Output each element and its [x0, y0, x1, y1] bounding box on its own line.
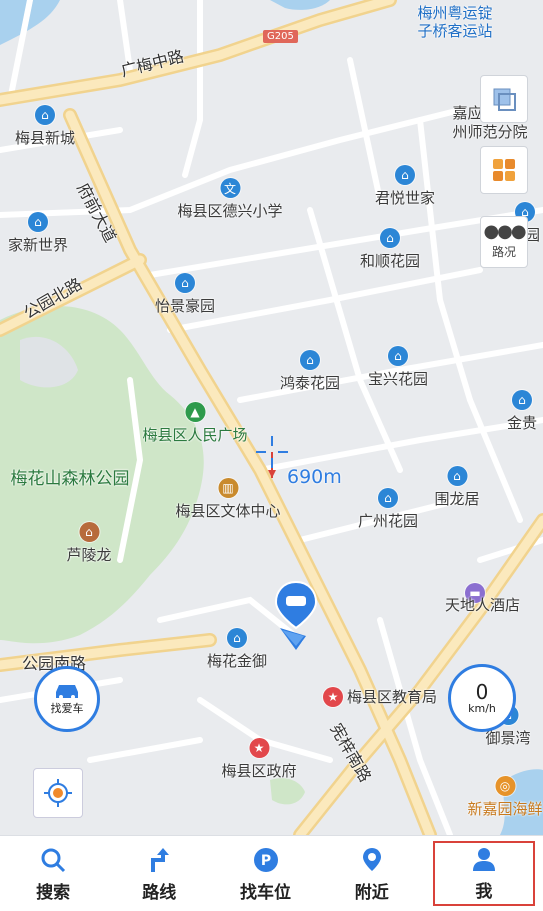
locate-button[interactable]: [33, 768, 83, 818]
tab-label: 搜索: [36, 882, 71, 903]
poi-icon: ⌂: [299, 350, 320, 370]
search-icon: [41, 848, 66, 872]
locate-icon: [44, 779, 72, 807]
poi-guangzhou-garden[interactable]: ⌂ 广州花园: [358, 488, 418, 531]
poi-education-bureau[interactable]: ★ 梅县区教育局: [322, 686, 438, 707]
traffic-icon: ●●●: [483, 220, 526, 242]
poi-dexing-school[interactable]: 文 梅县区德兴小学: [177, 178, 283, 221]
apps-button[interactable]: [480, 146, 528, 194]
poi-meixian-xincheng[interactable]: ⌂ 梅县新城: [15, 105, 75, 148]
poi-luling[interactable]: ⌂ 芦陵龙: [66, 522, 112, 565]
poi-xinjiayuan-seafood[interactable]: ◎ 新嘉园海鲜: [467, 776, 543, 819]
poi-label: 家新世界: [7, 236, 69, 254]
poi-sports-center[interactable]: ▥ 梅县区文体中心: [175, 478, 281, 521]
poi-yijing[interactable]: ⌂ 怡景豪园: [155, 273, 215, 316]
distance-label: 690m: [287, 466, 342, 488]
poi-junyue[interactable]: ⌂ 君悦世家: [375, 165, 435, 208]
poi-icon: ⌂: [394, 165, 415, 185]
poi-label: 梅县区教育局: [346, 688, 438, 706]
poi-icon: ⌂: [34, 105, 55, 125]
tab-label: 路线: [142, 882, 177, 903]
find-car-button[interactable]: 找爱车: [34, 666, 100, 732]
tab-label: 我: [475, 882, 493, 902]
poi-label: 和顺花园: [359, 252, 421, 270]
poi-label: 新嘉园海鲜: [467, 800, 543, 818]
poi-label: 梅花金御: [206, 652, 268, 670]
tab-nearby[interactable]: 附近: [319, 836, 425, 911]
gov-star-icon: ★: [322, 686, 343, 707]
traffic-button[interactable]: ●●● 路况: [480, 216, 528, 268]
landmark-icon: ⌂: [78, 522, 99, 542]
poi-label: 芦陵龙: [66, 546, 112, 564]
poi-icon: ⌂: [387, 346, 408, 366]
poi-jiaxin[interactable]: ⌂ 家新世界: [8, 212, 68, 255]
poi-icon: 文: [219, 178, 240, 198]
speedometer: 0 km/h: [448, 664, 516, 732]
layers-icon: [493, 88, 516, 111]
map-canvas[interactable]: 广梅中路 G205 府前大道 公园北路 公园南路 宪梓南路 梅州粤运锭 子桥客运站…: [0, 0, 543, 835]
location-pin-icon: [362, 847, 381, 871]
poi-label: 梅县区政府: [221, 762, 297, 780]
app-screen: 广梅中路 G205 府前大道 公园北路 公园南路 宪梓南路 梅州粤运锭 子桥客运站…: [0, 0, 543, 911]
poi-label: 广州花园: [357, 512, 419, 530]
poi-label: 围龙居: [434, 490, 480, 508]
poi-label: 梅县区德兴小学: [177, 202, 283, 220]
poi-label: 天地人酒店: [445, 596, 521, 614]
svg-text:P: P: [260, 853, 270, 869]
poi-icon: ⌂: [446, 466, 467, 486]
restaurant-icon: ◎: [494, 776, 515, 796]
bottom-tab-bar: 搜索 路线 P 找车位 附近 我: [0, 835, 543, 911]
poi-tiandiren-hotel[interactable]: ▬ 天地人酒店: [445, 570, 520, 615]
poi-jingui[interactable]: ⌂ 金贵: [507, 390, 537, 433]
poi-label: 君悦世家: [374, 189, 436, 207]
venue-icon: ▥: [217, 478, 238, 498]
poi-icon: ⌂: [174, 273, 195, 293]
poi-label: 金贵: [506, 414, 538, 432]
route-icon: [151, 847, 170, 872]
parking-icon: P: [253, 847, 278, 872]
poi-label: 鸿泰花园: [279, 374, 341, 392]
poi-weilongju[interactable]: ⌂ 围龙居: [434, 466, 480, 509]
tab-route[interactable]: 路线: [106, 836, 212, 911]
poi-label: 梅县新城: [14, 129, 76, 147]
traffic-label: 路况: [491, 244, 516, 259]
poi-heshun[interactable]: ⌂ 和顺花园: [360, 228, 420, 271]
poi-district-government[interactable]: ★ 梅县区政府: [221, 738, 297, 781]
poi-label: 怡景豪园: [154, 297, 216, 315]
poi-label: 梅县区人民广场: [142, 426, 248, 444]
poi-label: 宝兴花园: [367, 370, 429, 388]
apps-icon: [493, 159, 515, 181]
poi-icon: ⌂: [379, 228, 400, 248]
poi-icon: ⌂: [27, 212, 48, 232]
tab-label: 找车位: [240, 882, 291, 903]
poi-hongtai[interactable]: ⌂ 鸿泰花园: [280, 350, 340, 393]
poi-label: 梅花山森林公园: [10, 469, 130, 489]
poi-baoxing[interactable]: ⌂ 宝兴花园: [368, 346, 428, 389]
tab-parking[interactable]: P 找车位: [212, 836, 318, 911]
layers-button[interactable]: [480, 75, 528, 123]
poi-meihuashan-park[interactable]: 梅花山森林公园: [11, 462, 130, 489]
poi-people-square[interactable]: ▲ 梅县区人民广场: [142, 402, 248, 445]
gov-star-icon: ★: [248, 738, 269, 758]
tab-me[interactable]: 我: [431, 839, 537, 908]
poi-label: 梅县区文体中心: [175, 502, 281, 520]
speed-value: 0: [475, 679, 489, 704]
poi-icon: ⌂: [226, 628, 247, 648]
road-shield-g205: G205: [263, 30, 298, 43]
user-icon: [472, 848, 495, 871]
speed-unit: km/h: [468, 701, 496, 715]
poi-icon: ⌂: [377, 488, 398, 508]
park-icon: ▲: [184, 402, 205, 422]
find-car-label: 找爱车: [50, 702, 84, 715]
poi-label: 梅州粤运锭 子桥客运站: [417, 4, 493, 40]
poi-icon: ⌂: [511, 390, 532, 410]
tab-search[interactable]: 搜索: [0, 836, 106, 911]
poi-bus-station[interactable]: 梅州粤运锭 子桥客运站: [417, 2, 492, 40]
tab-label: 附近: [354, 882, 389, 903]
car-icon: [56, 685, 78, 699]
poi-meihua-jinyu[interactable]: ⌂ 梅花金御: [207, 628, 267, 671]
